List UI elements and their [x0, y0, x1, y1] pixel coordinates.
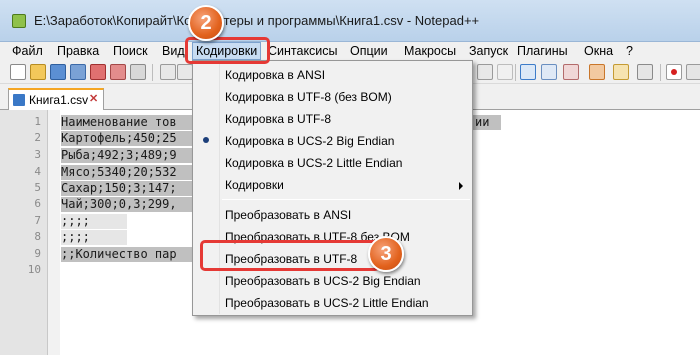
menu-item-encode-utf8-no-bom[interactable]: Кодировка в UTF-8 (без BOM)	[225, 90, 392, 104]
toolbar-separator	[515, 64, 516, 81]
menu-item-encodings-submenu[interactable]: Кодировки	[225, 178, 284, 192]
monitoring-icon[interactable]	[637, 64, 653, 80]
menu-plugins[interactable]: Плагины	[517, 44, 568, 58]
menu-view[interactable]: Вид	[162, 44, 185, 58]
code-line: Наименование тов	[61, 115, 177, 129]
line-number: 1	[34, 115, 41, 128]
code-line: Чай;300;0,3;299,	[61, 197, 177, 211]
menu-item-encode-utf8[interactable]: Кодировка в UTF-8	[225, 112, 331, 126]
record-dot-icon	[671, 69, 677, 75]
line-number: 2	[34, 131, 41, 144]
word-wrap-icon[interactable]	[520, 64, 536, 80]
copy-icon[interactable]	[177, 64, 193, 80]
menu-item-convert-ucs2-le[interactable]: Преобразовать в UCS-2 Little Endian	[225, 296, 429, 310]
line-number: 6	[34, 197, 41, 210]
encoding-dropdown-menu: Кодировка в ANSI Кодировка в UTF-8 (без …	[192, 60, 473, 316]
save-all-icon[interactable]	[70, 64, 86, 80]
code-line: Рыба;492;3;489;9	[61, 148, 177, 162]
menu-syntax[interactable]: Синтаксисы	[268, 44, 338, 58]
folder-icon[interactable]	[613, 64, 629, 80]
show-all-chars-icon[interactable]	[497, 64, 513, 80]
line-number: 3	[34, 148, 41, 161]
step-badge-3: 3	[368, 236, 404, 272]
code-line: ;;;;	[61, 214, 90, 228]
step-badge-2: 2	[188, 5, 224, 41]
function-list-icon[interactable]	[563, 64, 579, 80]
indent-guide-icon[interactable]	[477, 64, 493, 80]
code-line: Мясо;5340;20;532	[61, 165, 177, 179]
code-line: ;;Количество пар	[61, 247, 177, 261]
menu-windows[interactable]: Окна	[584, 44, 613, 58]
new-file-icon[interactable]	[10, 64, 26, 80]
window-titlebar: E:\Заработок\Копирайт\Компьютеры и прогр…	[0, 0, 700, 42]
menu-item-convert-ucs2-be[interactable]: Преобразовать в UCS-2 Big Endian	[225, 274, 421, 288]
line-number: 4	[34, 165, 41, 178]
code-line: ;;;;	[61, 230, 90, 244]
tab-close-icon[interactable]: ✕	[89, 92, 98, 105]
cut-icon[interactable]	[160, 64, 176, 80]
menu-options[interactable]: Опции	[350, 44, 388, 58]
menu-file[interactable]: Файл	[12, 44, 43, 58]
close-icon[interactable]	[90, 64, 106, 80]
submenu-arrow-icon	[459, 182, 463, 190]
print-icon[interactable]	[130, 64, 146, 80]
toolbar-separator	[152, 64, 153, 81]
line-number: 5	[34, 181, 41, 194]
fold-margin	[48, 110, 60, 355]
menu-separator	[222, 199, 470, 200]
file-icon	[13, 94, 25, 106]
folder-workspace-icon[interactable]	[589, 64, 605, 80]
tab-label: Книга1.csv	[29, 93, 89, 107]
doc-map-icon[interactable]	[541, 64, 557, 80]
menu-run[interactable]: Запуск	[469, 44, 508, 58]
record-macro-icon[interactable]	[666, 64, 682, 80]
menu-help[interactable]: ?	[626, 44, 633, 58]
line-number-gutter: 1 2 3 4 5 6 7 8 9 10	[0, 110, 48, 355]
code-line-tail: ии	[475, 115, 490, 129]
highlight-encoding-menu	[185, 37, 270, 64]
menu-item-convert-ansi[interactable]: Преобразовать в ANSI	[225, 208, 351, 222]
code-line: Картофель;450;25	[61, 131, 177, 145]
window-title: E:\Заработок\Копирайт\Компьютеры и прогр…	[34, 13, 480, 28]
menubar: Файл Правка Поиск Вид Кодировки Синтакси…	[0, 42, 700, 60]
menu-item-encode-ucs2-be[interactable]: Кодировка в UCS-2 Big Endian	[225, 134, 394, 148]
stop-macro-icon[interactable]	[686, 64, 700, 80]
notepad-plus-plus-icon	[12, 14, 26, 28]
highlight-convert-utf8	[200, 240, 380, 271]
code-line: Сахар;150;3;147;	[61, 181, 177, 195]
line-number: 7	[34, 214, 41, 227]
menu-item-encode-ucs2-le[interactable]: Кодировка в UCS-2 Little Endian	[225, 156, 402, 170]
tab-kniga1[interactable]: Книга1.csv ✕	[8, 88, 104, 110]
close-all-icon[interactable]	[110, 64, 126, 80]
toolbar-separator	[660, 64, 661, 81]
menu-icon-column	[194, 62, 220, 314]
menu-macros[interactable]: Макросы	[404, 44, 456, 58]
save-icon[interactable]	[50, 64, 66, 80]
menu-edit[interactable]: Правка	[57, 44, 99, 58]
selected-bullet-icon	[203, 137, 209, 143]
line-number: 8	[34, 230, 41, 243]
line-number: 10	[27, 263, 41, 276]
line-number: 9	[34, 247, 41, 260]
open-file-icon[interactable]	[30, 64, 46, 80]
menu-search[interactable]: Поиск	[113, 44, 148, 58]
menu-item-encode-ansi[interactable]: Кодировка в ANSI	[225, 68, 325, 82]
